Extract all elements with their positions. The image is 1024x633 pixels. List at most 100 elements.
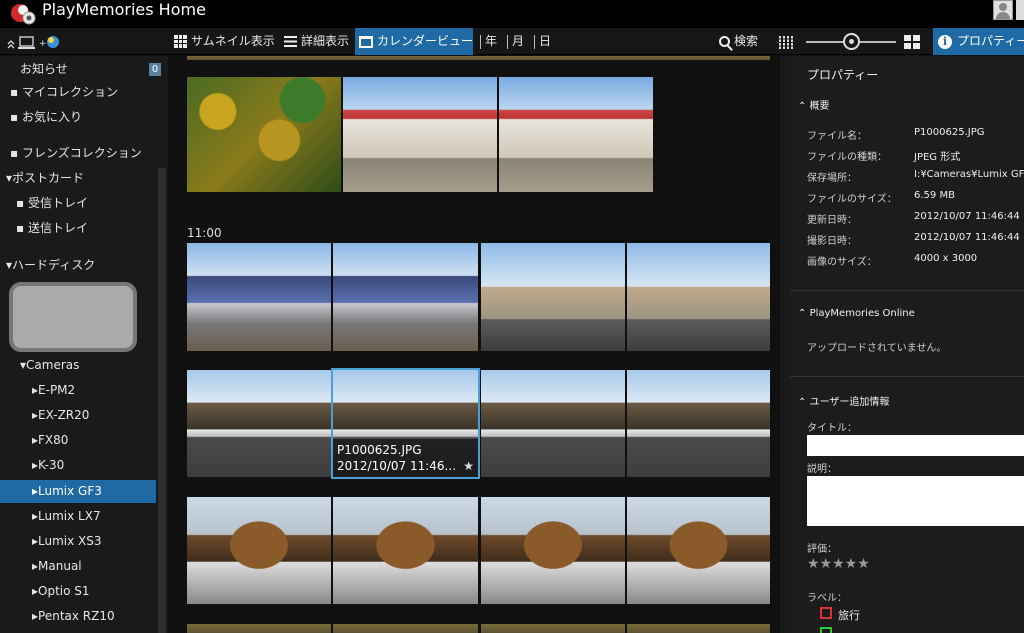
thumbnail-caption: P1000625.JPG 2012/10/07 11:46... ★ bbox=[333, 439, 478, 477]
app-title: PlayMemories Home bbox=[42, 0, 206, 19]
title-bar: PlayMemories Home bbox=[0, 0, 1024, 28]
photo-thumbnail[interactable] bbox=[481, 497, 625, 604]
photo-thumbnail[interactable] bbox=[187, 77, 341, 192]
sidebar-item-outbox[interactable]: ▪ 送信トレイ bbox=[0, 217, 156, 240]
divider bbox=[790, 376, 1024, 377]
thumbnail-view-button[interactable]: サムネイル表示 bbox=[174, 28, 275, 55]
thumbnail-datetime: 2012/10/07 11:46... bbox=[337, 459, 457, 473]
sidebar-folder-lumix-xs3[interactable]: ▸Lumix XS3 bbox=[0, 530, 156, 553]
favorite-star-icon[interactable]: ★ bbox=[463, 458, 474, 474]
sidebar-folder-lumix-gf3[interactable]: ▸Lumix GF3 bbox=[0, 480, 156, 503]
photo-thumbnail[interactable] bbox=[627, 243, 770, 351]
thumbnail-view-label: サムネイル表示 bbox=[191, 34, 275, 48]
grid-scrollbar[interactable] bbox=[780, 56, 790, 633]
sidebar-item-my-collection[interactable]: ▪ マイコレクション bbox=[0, 81, 156, 104]
thumbnail-filename: P1000625.JPG bbox=[337, 443, 422, 457]
detail-view-button[interactable]: 詳細表示 bbox=[284, 28, 349, 55]
label-label: ラベル： bbox=[807, 593, 847, 604]
overview-section-header[interactable]: ⌃ 概要 bbox=[798, 97, 830, 112]
sidebar-folder-pentax-rz10[interactable]: ▸Pentax RZ10 bbox=[0, 605, 156, 628]
field-label: ファイルの種類： bbox=[807, 152, 887, 163]
selected-photo-thumbnail[interactable]: P1000625.JPG 2012/10/07 11:46... ★ bbox=[331, 368, 480, 479]
collapse-icon: ⌃ bbox=[798, 397, 810, 408]
separator bbox=[507, 34, 508, 49]
sidebar-item-friends-collection[interactable]: ▪ フレンズコレクション bbox=[0, 142, 156, 165]
sidebar-item-cameras[interactable]: ▾Cameras bbox=[0, 354, 156, 377]
description-label: 説明： bbox=[807, 464, 837, 475]
photo-thumbnail[interactable] bbox=[187, 243, 331, 351]
sidebar-folder-fx80[interactable]: ▸FX80 bbox=[0, 429, 156, 452]
photo-thumbnail[interactable] bbox=[333, 243, 478, 351]
photo-thumbnail[interactable] bbox=[481, 624, 625, 633]
list-icon bbox=[284, 36, 297, 47]
field-value: 2012/10/07 11:46:44 bbox=[914, 232, 1020, 243]
import-device-icon[interactable]: + bbox=[6, 34, 68, 50]
photo-thumbnail[interactable] bbox=[187, 370, 331, 477]
field-value: 6.59 MB bbox=[914, 190, 955, 201]
zoom-slider-handle[interactable] bbox=[843, 33, 860, 50]
divider bbox=[790, 290, 1024, 291]
photo-thumbnail[interactable] bbox=[627, 370, 770, 477]
day-tab[interactable]: 日 bbox=[534, 28, 551, 55]
photo-thumbnail[interactable] bbox=[481, 370, 625, 477]
photo-thumbnail[interactable] bbox=[627, 497, 770, 604]
sidebar-item-hard-disk[interactable]: ▾ハードディスク bbox=[0, 254, 156, 277]
sidebar-item-inbox[interactable]: ▪ 受信トレイ bbox=[0, 192, 156, 215]
field-label: 更新日時： bbox=[807, 215, 857, 226]
photo-thumbnail[interactable] bbox=[343, 77, 497, 192]
search-button[interactable]: 検索 bbox=[719, 28, 758, 55]
photo-thumbnail[interactable] bbox=[627, 624, 770, 633]
collapse-icon: ⌃ bbox=[798, 308, 810, 319]
calendar-view-button[interactable]: カレンダービュー bbox=[355, 28, 473, 55]
device-import-controls[interactable]: + bbox=[6, 34, 68, 50]
user-info-section-header[interactable]: ⌃ ユーザー追加情報 bbox=[798, 393, 889, 408]
properties-button[interactable]: i プロパティー bbox=[933, 28, 1024, 55]
field-label: 撮影日時： bbox=[807, 236, 857, 247]
field-label: ファイルのサイズ： bbox=[807, 194, 897, 205]
sidebar-folder-k-30[interactable]: ▸K-30 bbox=[0, 454, 156, 477]
separator bbox=[534, 34, 535, 49]
title-input[interactable] bbox=[807, 435, 1024, 456]
calendar-icon bbox=[359, 35, 373, 48]
field-label: 保存場所： bbox=[807, 173, 857, 184]
field-label: 画像のサイズ： bbox=[807, 257, 877, 268]
year-tab[interactable]: 年 bbox=[480, 28, 497, 55]
online-section-header[interactable]: ⌃ PlayMemories Online bbox=[798, 308, 915, 319]
sidebar-item-postcard[interactable]: ▾ポストカード bbox=[0, 167, 156, 190]
user-avatar-icon[interactable] bbox=[993, 0, 1013, 20]
detail-view-label: 詳細表示 bbox=[301, 34, 350, 48]
sidebar-folder-e-pm2[interactable]: ▸E-PM2 bbox=[0, 379, 156, 402]
description-input[interactable] bbox=[807, 476, 1024, 526]
sidebar-folder-optio-s1[interactable]: ▸Optio S1 bbox=[0, 580, 156, 603]
photo-thumbnail[interactable] bbox=[333, 624, 478, 633]
month-tab[interactable]: 月 bbox=[507, 28, 524, 55]
photo-thumbnail[interactable] bbox=[333, 497, 478, 604]
sidebar-item-favorites[interactable]: ▪ お気に入り bbox=[0, 106, 156, 129]
large-thumbnail-icon[interactable] bbox=[904, 35, 920, 49]
rating-label: 評価： bbox=[807, 544, 837, 555]
sidebar: お知らせ 0 ▪ マイコレクション ▪ お気に入り ▪ フレンズコレクション ▾… bbox=[0, 56, 168, 633]
sidebar-folder-ex-zr20[interactable]: ▸EX-ZR20 bbox=[0, 404, 156, 427]
sidebar-item-notice[interactable]: お知らせ bbox=[0, 58, 156, 81]
sidebar-folder-manual[interactable]: ▸Manual bbox=[0, 555, 156, 578]
photo-thumbnail[interactable] bbox=[187, 56, 770, 60]
small-thumbnail-icon[interactable] bbox=[779, 35, 794, 49]
field-value: JPEG 形式 bbox=[914, 152, 961, 163]
sidebar-scrollbar[interactable] bbox=[158, 168, 166, 633]
photo-thumbnail[interactable] bbox=[481, 243, 625, 351]
info-icon: i bbox=[938, 34, 952, 49]
rating-stars[interactable]: ★★★★★ bbox=[807, 556, 870, 572]
photo-thumbnail[interactable] bbox=[187, 497, 331, 604]
photo-thumbnail[interactable] bbox=[499, 77, 653, 192]
time-group-label: 11:00 bbox=[187, 226, 222, 240]
search-icon bbox=[719, 36, 730, 47]
calendar-view-label: カレンダービュー bbox=[377, 34, 474, 48]
photo-thumbnail[interactable] bbox=[187, 624, 331, 633]
field-value: 4000 x 3000 bbox=[914, 253, 978, 264]
label-checkbox-next[interactable] bbox=[820, 627, 832, 633]
svg-text:+: + bbox=[39, 39, 47, 49]
app-logo-icon bbox=[11, 4, 36, 25]
hard-disk-drive-icon[interactable] bbox=[9, 282, 137, 352]
sidebar-folder-lumix-lx7[interactable]: ▸Lumix LX7 bbox=[0, 505, 156, 528]
label-checkbox-travel[interactable] bbox=[820, 607, 832, 619]
